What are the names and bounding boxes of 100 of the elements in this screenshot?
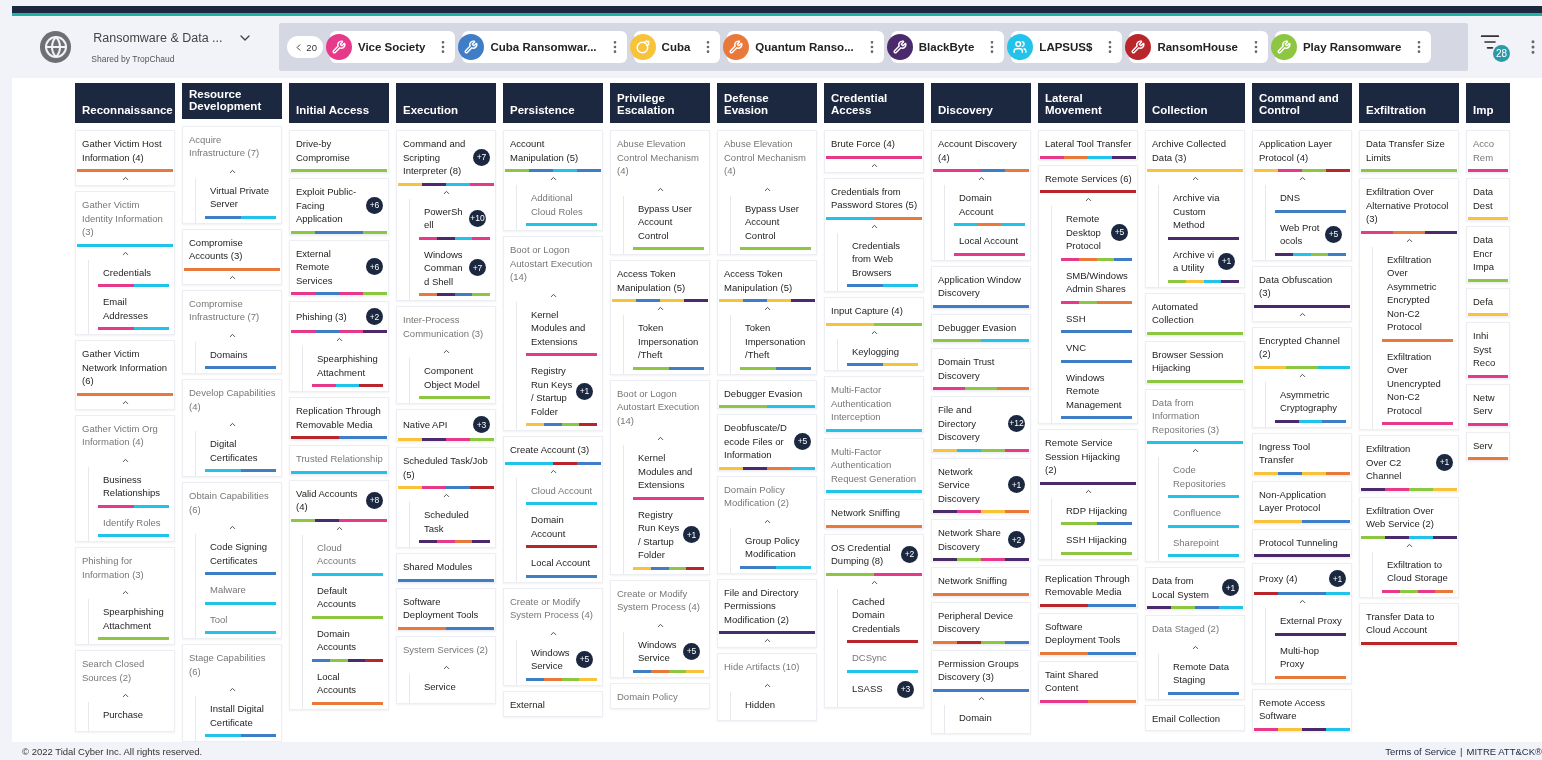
technique-card[interactable]: Remote Services (6) Remote Desktop Protocol +5 SMB/Windows Admin Shares SSH VNC Windows Remote Management: [1038, 164, 1138, 424]
caret-icon[interactable]: [227, 685, 237, 694]
caret-icon[interactable]: [762, 304, 772, 313]
technique-card[interactable]: Account Discovery (4) Domain Account Local Account: [931, 130, 1031, 261]
technique-card[interactable]: Domain Trust Discovery: [931, 348, 1031, 391]
technique-card[interactable]: Multi-Factor Authentication Interception: [824, 376, 924, 433]
technique-card[interactable]: Compromise Accounts (3): [182, 228, 282, 285]
technique-card[interactable]: Gather Victim Org Information (4) Business Relationships Identify Roles: [75, 414, 175, 542]
technique-card[interactable]: Data Transfer Size Limits: [1359, 130, 1459, 173]
technique-card[interactable]: Data from Information Repositories (3) Code Repositories Confluence Sharepoint: [1145, 388, 1245, 562]
technique-card[interactable]: Network Share Discovery +2: [931, 519, 1031, 562]
technique-card[interactable]: Remote Service Session Hijacking (2) RDP Hijacking SSH Hijacking: [1038, 429, 1138, 560]
technique-card[interactable]: Domain Policy Modification (2) Group Policy Modification: [717, 475, 817, 574]
technique-card[interactable]: Data Encr Impa: [1466, 226, 1510, 283]
technique-card[interactable]: Exploit Public-Facing Application +6: [289, 178, 389, 235]
technique-card[interactable]: Acco Rem: [1466, 130, 1510, 173]
technique-card[interactable]: Application Window Discovery: [931, 265, 1031, 309]
caret-icon[interactable]: [120, 588, 130, 597]
technique-card[interactable]: Lateral Tool Transfer: [1038, 130, 1138, 160]
technique-card[interactable]: External Remote Services +6: [289, 239, 389, 296]
terms-link[interactable]: Terms of Service: [1385, 745, 1457, 757]
technique-card[interactable]: Gather Victim Identity Information (3) Credentials Email Addresses: [75, 191, 175, 335]
technique-card[interactable]: Exfiltration Over Web Service (2) Exfiltration to Cloud Storage: [1359, 496, 1459, 598]
technique-card[interactable]: Serv: [1466, 431, 1510, 461]
technique-card[interactable]: Data Obfuscation (3): [1252, 265, 1352, 322]
technique-card[interactable]: Software Deployment Tools: [1038, 612, 1138, 656]
caret-icon[interactable]: [227, 523, 237, 532]
caret-icon[interactable]: [334, 335, 344, 344]
technique-card[interactable]: Trusted Relationship: [289, 445, 389, 475]
technique-card[interactable]: Domain Policy: [610, 682, 710, 709]
technique-card[interactable]: File and Directory Permissions Modification (2): [717, 578, 817, 648]
technique-card[interactable]: Netw Serv: [1466, 383, 1510, 427]
technique-card[interactable]: Defa: [1466, 287, 1510, 317]
technique-card[interactable]: Create Account (3) Cloud Account Domain Account Local Account: [503, 436, 603, 583]
technique-card[interactable]: Drive-by Compromise: [289, 130, 389, 173]
technique-card[interactable]: Data from Local System +1: [1145, 567, 1245, 610]
group-chip[interactable]: Cuba: [633, 31, 721, 63]
caret-icon[interactable]: [1190, 446, 1200, 455]
technique-card[interactable]: Phishing for Information (3) Spearphishing Attachment: [75, 547, 175, 645]
caret-icon[interactable]: [762, 636, 772, 645]
technique-card[interactable]: Network Sniffing: [824, 499, 924, 529]
technique-card[interactable]: Obtain Capabilities (6) Code Signing Certificates Malware Tool: [182, 482, 282, 639]
group-count-button[interactable]: 20: [287, 36, 323, 58]
technique-card[interactable]: Account Manipulation (5) Additional Cloud Roles: [503, 130, 603, 231]
technique-card[interactable]: Brute Force (4): [824, 130, 924, 173]
technique-card[interactable]: Input Capture (4) Keylogging: [824, 297, 924, 371]
technique-card[interactable]: Non-Application Layer Protocol: [1252, 480, 1352, 524]
technique-card[interactable]: Software Deployment Tools: [396, 587, 496, 631]
technique-card[interactable]: OS Credential Dumping (8) +2 Cached Domain Credentials DCSync LSASS +3: [824, 533, 924, 708]
technique-card[interactable]: Browser Session Hijacking: [1145, 340, 1245, 384]
technique-card[interactable]: Shared Modules: [396, 553, 496, 583]
technique-card[interactable]: Develop Capabilities (4) Digital Certificates: [182, 379, 282, 477]
caret-icon[interactable]: [1297, 174, 1307, 183]
caret-icon[interactable]: [976, 174, 986, 183]
technique-card[interactable]: Automated Collection: [1145, 292, 1245, 336]
technique-card[interactable]: Ingress Tool Transfer: [1252, 432, 1352, 476]
technique-card[interactable]: Exfiltration Over Alternative Protocol (3) Exfiltration Over Asymmetric Encrypted Non-C2 Protocol Exfiltration Over Unencrypted Non-C2 Protocol: [1359, 178, 1459, 430]
technique-card[interactable]: Encrypted Channel (2) Asymmetric Cryptography: [1252, 326, 1352, 428]
technique-card[interactable]: Replication Through Removable Media: [289, 397, 389, 440]
technique-card[interactable]: Permission Groups Discovery (3) Domain: [931, 649, 1031, 734]
caret-icon[interactable]: [1083, 195, 1093, 204]
caret-icon[interactable]: [227, 420, 237, 429]
technique-card[interactable]: Search Closed Sources (2) Purchase: [75, 650, 175, 732]
caret-icon[interactable]: [441, 663, 451, 672]
technique-card[interactable]: Credentials from Password Stores (5) Credentials from Web Browsers: [824, 177, 924, 292]
technique-card[interactable]: Protocol Tunneling: [1252, 528, 1352, 558]
technique-card[interactable]: Data Staged (2) Remote Data Staging: [1145, 615, 1245, 700]
caret-icon[interactable]: [548, 174, 558, 183]
technique-card[interactable]: Data Dest: [1466, 178, 1510, 221]
technique-card[interactable]: Native API +3: [396, 409, 496, 442]
technique-card[interactable]: Deobfuscate/Decode Files or Information +5: [717, 414, 817, 471]
technique-card[interactable]: Transfer Data to Cloud Account: [1359, 602, 1459, 646]
technique-card[interactable]: Hide Artifacts (10) Hidden: [717, 653, 817, 721]
caret-icon[interactable]: [1190, 174, 1200, 183]
group-chip[interactable]: BlackByte: [890, 31, 1005, 63]
caret-icon[interactable]: [120, 174, 130, 183]
technique-card[interactable]: Multi-Factor Authentication Request Generation: [824, 437, 924, 494]
group-chip[interactable]: Vice Society: [329, 31, 456, 63]
technique-card[interactable]: Access Token Manipulation (5) Token Impersonation/Theft: [717, 260, 817, 375]
technique-card[interactable]: Network Service Discovery +1: [931, 457, 1031, 514]
technique-card[interactable]: Stage Capabilities (6) Install Digital Certificate: [182, 644, 282, 742]
caret-icon[interactable]: [441, 491, 451, 500]
technique-card[interactable]: Email Collection: [1145, 704, 1245, 731]
technique-card[interactable]: Debugger Evasion: [717, 379, 817, 409]
technique-card[interactable]: Replication Through Removable Media: [1038, 564, 1138, 608]
technique-card[interactable]: Create or Modify System Process (4) Windows Service +5: [503, 587, 603, 686]
caret-icon[interactable]: [655, 434, 665, 443]
caret-icon[interactable]: [1297, 597, 1307, 606]
caret-icon[interactable]: [120, 691, 130, 700]
technique-card[interactable]: Phishing (3) +2 Spearphishing Attachment: [289, 301, 389, 392]
technique-card[interactable]: External: [503, 690, 603, 717]
matrix-dropdown[interactable]: Ransomware & Data ...: [91, 30, 253, 46]
technique-card[interactable]: Create or Modify System Process (4) Windows Service +5: [610, 579, 710, 678]
technique-card[interactable]: Network Sniffing: [931, 567, 1031, 597]
mitre-link[interactable]: MITRE ATT&CK®: [1466, 745, 1542, 757]
technique-card[interactable]: File and Directory Discovery +12: [931, 396, 1031, 453]
technique-card[interactable]: Gather Victim Host Information (4): [75, 130, 175, 186]
technique-card[interactable]: Exfiltration Over C2 Channel +1: [1359, 435, 1459, 492]
technique-card[interactable]: Remote Access Software: [1252, 688, 1352, 732]
technique-card[interactable]: System Services (2) Service: [396, 635, 496, 704]
